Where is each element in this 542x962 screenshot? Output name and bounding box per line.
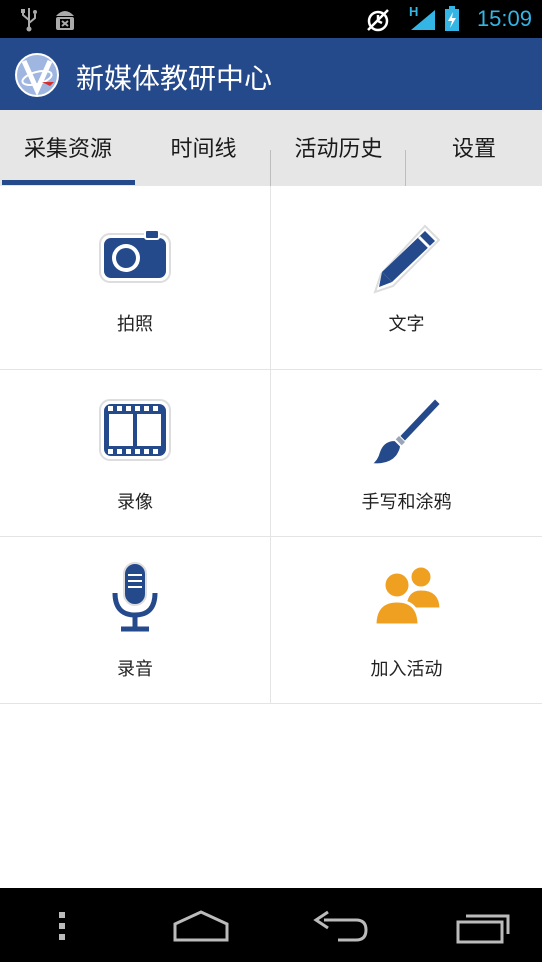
tab-history[interactable]: 活动历史 (271, 110, 406, 184)
tab-label: 采集资源 (23, 137, 112, 162)
android-debug-icon (56, 11, 74, 30)
grid-item-photo[interactable]: 拍照 (0, 186, 270, 369)
alarm-icon (367, 9, 389, 32)
grid-item-label: 手写和涂鸦 (361, 492, 452, 513)
navigation-bar (0, 888, 542, 962)
tab-timeline[interactable]: 时间线 (136, 110, 271, 184)
tab-bar: 采集资源 时间线 活动历史 设置 (0, 110, 542, 187)
menu-icon[interactable] (52, 910, 72, 942)
paintbrush-icon (368, 396, 442, 466)
tab-label: 活动历史 (294, 137, 383, 162)
tab-collect[interactable]: 采集资源 (0, 110, 136, 184)
clock: 15:09 (476, 6, 532, 31)
app-title: 新媒体教研中心 (76, 62, 273, 95)
app-logo-icon[interactable] (14, 52, 60, 98)
grid-item-audio[interactable]: 录音 (0, 537, 270, 703)
grid-item-join-activity[interactable]: 加入活动 (271, 537, 542, 703)
signal-icon (411, 10, 435, 30)
grid-divider (0, 703, 542, 704)
status-bar: H 15:09 (0, 0, 542, 38)
back-icon[interactable] (310, 910, 372, 944)
usb-icon (21, 8, 37, 32)
tab-divider (405, 150, 406, 186)
active-tab-indicator (2, 180, 135, 185)
tab-label: 设置 (451, 137, 496, 162)
grid-item-label: 录音 (117, 659, 153, 680)
recent-apps-icon[interactable] (454, 910, 514, 944)
app-bar: 新媒体教研中心 (0, 38, 542, 110)
grid-item-text[interactable]: 文字 (271, 186, 542, 369)
tab-divider (270, 150, 271, 186)
camera-icon (99, 229, 171, 283)
home-icon[interactable] (170, 908, 232, 944)
microphone-icon (112, 562, 158, 632)
film-icon (99, 399, 171, 461)
tab-label: 时间线 (170, 137, 237, 162)
grid-item-label: 拍照 (117, 314, 153, 335)
battery-charging-icon (445, 6, 459, 31)
grid-item-handwriting[interactable]: 手写和涂鸦 (271, 370, 542, 536)
grid-item-label: 文字 (388, 314, 425, 335)
pencil-icon (372, 224, 440, 294)
people-icon (372, 564, 443, 627)
grid-item-label: 加入活动 (370, 659, 443, 680)
tab-settings[interactable]: 设置 (406, 110, 542, 184)
grid-item-label: 录像 (117, 492, 153, 513)
grid-item-video[interactable]: 录像 (0, 370, 270, 536)
